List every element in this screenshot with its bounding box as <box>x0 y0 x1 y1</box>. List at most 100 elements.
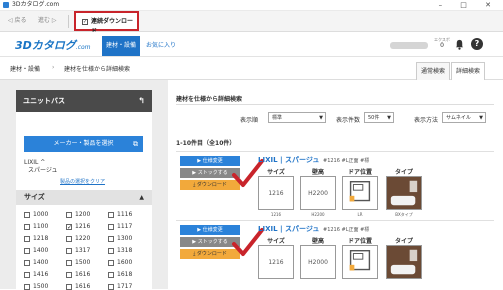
size-checkbox[interactable] <box>108 248 114 254</box>
size-checkbox-label: 1218 <box>33 235 49 242</box>
back-button[interactable]: ◁ 戻る <box>8 16 27 26</box>
chevron-down-icon: ▼ <box>479 115 483 121</box>
filter-sidebar: ユニットバス ↰ メーカー・製品を選択 ⧉ LIXIL ^ スパージュ 製品の選… <box>0 80 168 290</box>
site-logo[interactable]: 3Dカタログ.com <box>15 39 91 54</box>
size-checkbox[interactable] <box>24 212 30 218</box>
forward-button[interactable]: 進む ▷ <box>38 16 57 26</box>
points-counter[interactable]: エクスポ 0 <box>434 37 450 50</box>
display-method-select[interactable]: サムネイル ▼ <box>442 112 486 123</box>
size-checkbox[interactable] <box>24 284 30 290</box>
size-checkbox[interactable] <box>24 272 30 278</box>
nav-tab-materials[interactable]: 建材・設備 <box>102 36 140 56</box>
collapse-caret-icon[interactable]: ▲ <box>139 190 144 205</box>
size-checkbox[interactable] <box>108 260 114 266</box>
size-checkbox-label: 1616 <box>75 271 91 278</box>
count-select[interactable]: 50件 ▼ <box>364 112 394 123</box>
size-filter-title: サイズ <box>24 193 45 201</box>
column-size: サイズ <box>267 238 285 245</box>
batch-download-checkbox[interactable]: ✓ <box>82 19 88 25</box>
column-type: タイプ <box>394 238 413 245</box>
count-label: 表示件数 <box>336 117 361 124</box>
count-value: 50件 <box>368 115 380 121</box>
size-checkbox-label: 1317 <box>75 247 91 254</box>
batch-download-toggle[interactable]: ✓ 連続ダウンロード <box>74 11 139 35</box>
back-arrow-icon[interactable]: ↰ <box>138 90 145 112</box>
size-checkbox[interactable] <box>24 236 30 242</box>
tab-normal-search[interactable]: 通常検索 <box>416 62 450 80</box>
filter-panel: ユニットバス ↰ メーカー・製品を選択 ⧉ LIXIL ^ スパージュ 製品の選… <box>16 90 152 290</box>
nav-tab-favorites[interactable]: お気に入り <box>146 36 178 56</box>
display-method-value: サムネイル <box>446 115 471 121</box>
result-count: 1-10件目（全10件） <box>176 140 236 147</box>
site-header: 3Dカタログ.com 建材・設備 お気に入り エクスポ 0 ? <box>0 32 503 57</box>
select-maker-label: メーカー・製品を選択 <box>53 140 114 147</box>
breadcrumb-current: 建材を仕様から詳細検索 <box>64 66 131 73</box>
column-door-position: ドア位置 <box>347 238 372 245</box>
size-checkbox-label: 1600 <box>117 259 133 266</box>
size-caption: 1216 <box>270 212 282 217</box>
product-title-link[interactable]: LIXIL | スパージュ <box>258 225 319 234</box>
size-checkbox[interactable] <box>66 212 72 218</box>
bathroom-image <box>387 177 421 209</box>
size-checkbox[interactable] <box>24 248 30 254</box>
size-checkbox[interactable] <box>108 212 114 218</box>
height-caption: H2200 <box>311 212 325 217</box>
door-position-option[interactable] <box>342 245 378 279</box>
size-checkbox[interactable] <box>108 284 114 290</box>
size-checkbox[interactable] <box>66 272 72 278</box>
size-checkbox-label: 1200 <box>75 211 91 218</box>
results-area: 建材を仕様から詳細検索 表示順 標準 ▼ 表示件数 50件 ▼ 表示方法 サムネイル… <box>168 80 503 289</box>
window-title: 3Dカタログ.com <box>12 1 60 8</box>
size-option[interactable]: 1216 <box>258 245 294 279</box>
column-wall-height: 壁高 <box>311 169 324 176</box>
chevron-down-icon: ▼ <box>387 115 391 121</box>
user-name-redacted[interactable] <box>390 42 428 49</box>
breadcrumb-bar: 建材・設備 › 建材を仕様から詳細検索 通常検索 詳細検索 <box>0 57 503 80</box>
help-icon[interactable]: ? <box>471 38 483 50</box>
bathroom-thumbnail[interactable] <box>386 245 422 279</box>
door-layout-icon <box>349 250 371 271</box>
product-tags: #1216 #L正面 #標 <box>323 158 370 164</box>
size-checkbox[interactable] <box>66 248 72 254</box>
door-position-option[interactable] <box>342 176 378 210</box>
logo-suffix: .com <box>75 44 91 51</box>
wall-height-option[interactable]: H2000 <box>300 245 336 279</box>
size-checkbox-label: 1318 <box>117 247 133 254</box>
size-checkbox-label: 1400 <box>33 259 49 266</box>
size-checkbox-label: 1117 <box>117 223 133 230</box>
wall-height-option[interactable]: H2200 <box>300 176 336 210</box>
app-toolbar: ◁ 戻る 進む ▷ ✓ 連続ダウンロード <box>0 11 503 35</box>
size-checkbox[interactable] <box>108 236 114 242</box>
size-checkbox[interactable] <box>66 284 72 290</box>
size-checkbox[interactable] <box>24 260 30 266</box>
size-checkbox[interactable] <box>108 224 114 230</box>
clear-selection-link[interactable]: 製品の選択をクリア <box>60 178 105 185</box>
door-layout-icon <box>349 181 371 202</box>
display-method-label: 表示方法 <box>414 117 439 124</box>
result-item: ▶ 仕様変更 ▶ ストックする ⤓ ダウンロード LIXIL | スパージュ #… <box>176 151 494 219</box>
column-wall-height: 壁高 <box>311 238 324 245</box>
bathroom-thumbnail[interactable] <box>386 176 422 210</box>
size-checkbox[interactable]: ✓ <box>66 224 72 231</box>
sort-select[interactable]: 標準 ▼ <box>268 112 326 123</box>
bathroom-image <box>387 246 421 278</box>
breadcrumb-materials[interactable]: 建材・設備 <box>10 64 40 73</box>
size-checkbox[interactable] <box>108 272 114 278</box>
size-checkbox[interactable] <box>66 260 72 266</box>
size-filter-header[interactable]: サイズ ▲ <box>16 190 152 205</box>
window-controls[interactable]: – □ ✕ <box>439 0 499 10</box>
tab-detailed-search[interactable]: 詳細検索 <box>451 62 485 80</box>
size-checkbox[interactable] <box>66 236 72 242</box>
product-title-link[interactable]: LIXIL | スパージュ <box>258 156 319 165</box>
size-checkbox-label: 1300 <box>117 235 133 242</box>
bell-icon[interactable] <box>454 39 465 50</box>
breadcrumb-separator: › <box>52 64 55 71</box>
column-door-position: ドア位置 <box>347 169 372 176</box>
size-checkbox[interactable] <box>24 224 30 230</box>
window-titlebar: 3Dカタログ.com – □ ✕ <box>0 0 503 11</box>
result-item: ▶ 仕様変更 ▶ ストックする ⤓ ダウンロード LIXIL | スパージュ #… <box>176 220 494 288</box>
selected-series: スパージュ <box>28 167 58 174</box>
size-checkbox-label: 1618 <box>117 271 133 278</box>
select-maker-button[interactable]: メーカー・製品を選択 ⧉ <box>24 136 143 152</box>
size-option[interactable]: 1216 <box>258 176 294 210</box>
